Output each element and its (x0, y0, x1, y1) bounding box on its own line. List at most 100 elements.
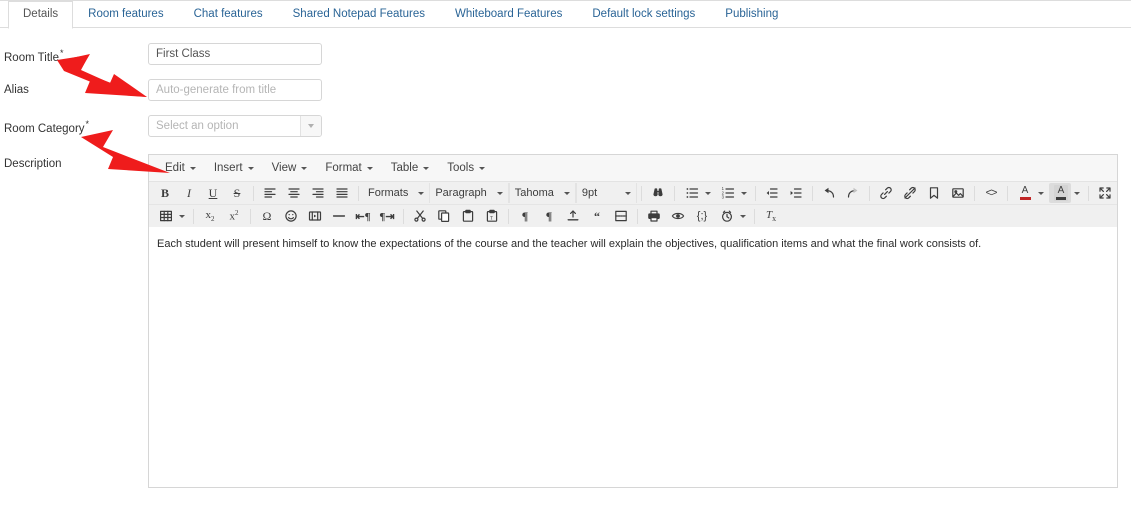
room-title-label-text: Room Title (4, 51, 59, 64)
font-size-listbox[interactable]: 9pt (575, 183, 637, 203)
subscript-button[interactable]: x2 (198, 206, 222, 226)
ltr-button[interactable]: ⇤¶ (351, 206, 375, 226)
strikethrough-button[interactable]: S (225, 183, 249, 203)
italic-glyph: I (187, 185, 191, 200)
room-category-select[interactable]: Select an option (148, 115, 322, 137)
toolbar-separator (1007, 185, 1008, 201)
unlink-button[interactable] (898, 183, 922, 203)
insert-table-button[interactable] (154, 206, 176, 226)
align-center-button[interactable] (282, 183, 306, 203)
toolbar-separator (1088, 185, 1089, 201)
chevron-down-icon (423, 166, 430, 170)
paragraph-style-listbox[interactable]: Paragraph (429, 183, 509, 203)
room-title-required-marker: * (59, 48, 64, 58)
insert-image-button[interactable] (946, 183, 970, 203)
text-color-button-group[interactable]: A (1012, 183, 1048, 203)
cut-button[interactable] (408, 206, 432, 226)
italic-button[interactable]: I (177, 183, 201, 203)
editor-toolbar-row-2: x2 x2 Ω ⇤¶ ¶⇥ T ¶ ¶ “ {;} Tx (149, 204, 1117, 227)
undo-button[interactable] (817, 183, 841, 203)
room-title-input[interactable] (148, 43, 322, 65)
indent-button[interactable] (784, 183, 808, 203)
insert-datetime-button[interactable] (715, 206, 737, 226)
tab-room-features[interactable]: Room features (73, 1, 178, 28)
blockquote-button[interactable]: “ (585, 206, 609, 226)
editor-paragraph[interactable]: Each student will present himself to kno… (157, 237, 1109, 252)
menu-insert[interactable]: Insert (205, 159, 263, 177)
align-justify-button[interactable] (330, 183, 354, 203)
insert-datetime-button-group[interactable] (714, 206, 750, 226)
insert-media-button[interactable] (303, 206, 327, 226)
menu-table[interactable]: Table (382, 159, 439, 177)
chevron-down-icon (189, 166, 196, 170)
description-label-text: Description (4, 158, 62, 170)
redo-button[interactable] (841, 183, 865, 203)
tab-details[interactable]: Details (8, 1, 74, 29)
chevron-down-icon (418, 191, 425, 195)
special-character-button[interactable]: Ω (255, 206, 279, 226)
bold-button[interactable]: B (153, 183, 177, 203)
background-color-button-group[interactable]: A (1048, 183, 1084, 203)
font-family-listbox[interactable]: Tahoma (508, 183, 576, 203)
tab-default-lock-settings[interactable]: Default lock settings (577, 1, 710, 28)
fullscreen-button[interactable] (1093, 183, 1117, 203)
show-blocks-button[interactable]: ¶ (513, 206, 537, 226)
editor-toolbar: B I U S Formats Paragraph Tahoma 9pt 1 2 3 <> A A x2 x… (149, 182, 1117, 227)
copy-button[interactable] (432, 206, 456, 226)
menu-tools[interactable]: Tools (438, 159, 494, 177)
tab-chat-features[interactable]: Chat features (179, 1, 278, 28)
menu-label: Edit (165, 162, 185, 174)
menu-label: Format (325, 162, 362, 174)
template-button[interactable]: {;} (690, 206, 714, 226)
tab-publishing[interactable]: Publishing (710, 1, 793, 28)
alias-label: Alias (4, 84, 29, 96)
tab-whiteboard-features[interactable]: Whiteboard Features (440, 1, 577, 28)
superscript-button[interactable]: x2 (222, 206, 246, 226)
bullet-list-button[interactable] (680, 183, 702, 203)
insert-link-button[interactable] (874, 183, 898, 203)
source-code-button[interactable]: <> (979, 183, 1003, 203)
tab-shared-notepad-features[interactable]: Shared Notepad Features (278, 1, 440, 28)
paste-button[interactable] (456, 206, 480, 226)
chevron-down-icon[interactable] (300, 116, 321, 136)
insert-file-button[interactable] (561, 206, 585, 226)
page-break-button[interactable] (609, 206, 633, 226)
toolbar-separator (754, 208, 755, 224)
text-color-button[interactable]: A (1013, 183, 1035, 203)
insert-table-button-group[interactable] (153, 206, 189, 226)
underline-button[interactable]: U (201, 183, 225, 203)
numbered-list-button[interactable]: 123 (716, 183, 738, 203)
rtl-button[interactable]: ¶⇥ (375, 206, 399, 226)
visual-chars-button[interactable]: ¶ (537, 206, 561, 226)
font-family-listbox-value: Tahoma (514, 187, 554, 199)
chevron-down-icon (496, 191, 503, 195)
menu-view[interactable]: View (263, 159, 317, 177)
editor-content-area[interactable]: Each student will present himself to kno… (149, 227, 1117, 487)
chevron-down-icon (366, 166, 373, 170)
paste-text-button[interactable]: T (480, 206, 504, 226)
bullet-list-button-group[interactable] (679, 183, 715, 203)
menu-edit[interactable]: Edit (156, 159, 205, 177)
anchor-button[interactable] (922, 183, 946, 203)
toolbar-separator (193, 208, 194, 224)
search-replace-button[interactable] (646, 183, 670, 203)
toolbar-separator (508, 208, 509, 224)
menu-label: View (271, 162, 297, 174)
strikethrough-glyph: S (233, 185, 241, 200)
alias-input[interactable] (148, 79, 322, 101)
align-right-button[interactable] (306, 183, 330, 203)
align-left-button[interactable] (258, 183, 282, 203)
menu-format[interactable]: Format (316, 159, 381, 177)
alias-label-text: Alias (4, 84, 29, 96)
print-button[interactable] (642, 206, 666, 226)
toolbar-separator (403, 208, 404, 224)
preview-button[interactable] (666, 206, 690, 226)
background-color-button[interactable]: A (1049, 183, 1071, 203)
room-category-label: Room Category* (4, 119, 89, 135)
emoticons-button[interactable] (279, 206, 303, 226)
outdent-button[interactable] (760, 183, 784, 203)
numbered-list-button-group[interactable]: 123 (715, 183, 751, 203)
horizontal-rule-button[interactable] (327, 206, 351, 226)
formats-menu[interactable]: Formats (363, 183, 429, 203)
clear-formatting-button[interactable]: Tx (759, 206, 783, 226)
